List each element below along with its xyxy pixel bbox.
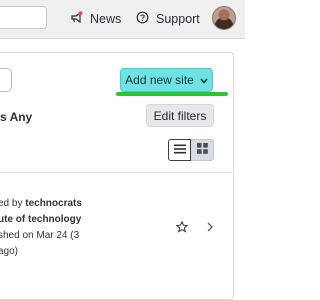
help-circle-icon (136, 11, 149, 27)
list-view-button[interactable] (168, 139, 191, 161)
site-owner-line: ed by technocrats (0, 196, 82, 212)
chevron-right-icon[interactable] (206, 220, 214, 232)
highlight-underline (116, 92, 228, 96)
site-list-item[interactable]: ed by technocrats ute of technology shed… (0, 196, 82, 260)
grid-icon (196, 141, 208, 159)
add-new-site-button[interactable]: Add new site (120, 68, 213, 92)
site-published-ago: ago) (0, 246, 19, 257)
view-toggle (168, 139, 214, 161)
news-link[interactable]: News (70, 11, 121, 27)
site-owner-name: technocrats (25, 198, 82, 209)
site-title-line: ute of technology (0, 214, 82, 225)
filter-summary-label: s Any (0, 110, 33, 124)
search-input[interactable] (0, 6, 47, 29)
top-navigation-bar: News Support (0, 0, 245, 39)
site-owner-prefix: ed by (0, 198, 26, 209)
list-icon (173, 141, 186, 159)
filter-search-input[interactable] (0, 68, 12, 92)
edit-filters-button[interactable]: Edit filters (146, 104, 214, 127)
list-divider (0, 172, 234, 173)
add-new-site-label: Add new site (125, 73, 194, 87)
support-label: Support (156, 12, 200, 26)
megaphone-icon (70, 11, 83, 27)
star-icon[interactable] (175, 220, 189, 233)
support-link[interactable]: Support (136, 11, 200, 27)
site-published-line: shed on Mar 24 (3 (0, 230, 80, 241)
chevron-down-icon (200, 73, 208, 87)
user-avatar[interactable] (212, 6, 236, 30)
grid-view-button[interactable] (191, 139, 214, 161)
news-label: News (90, 12, 122, 26)
